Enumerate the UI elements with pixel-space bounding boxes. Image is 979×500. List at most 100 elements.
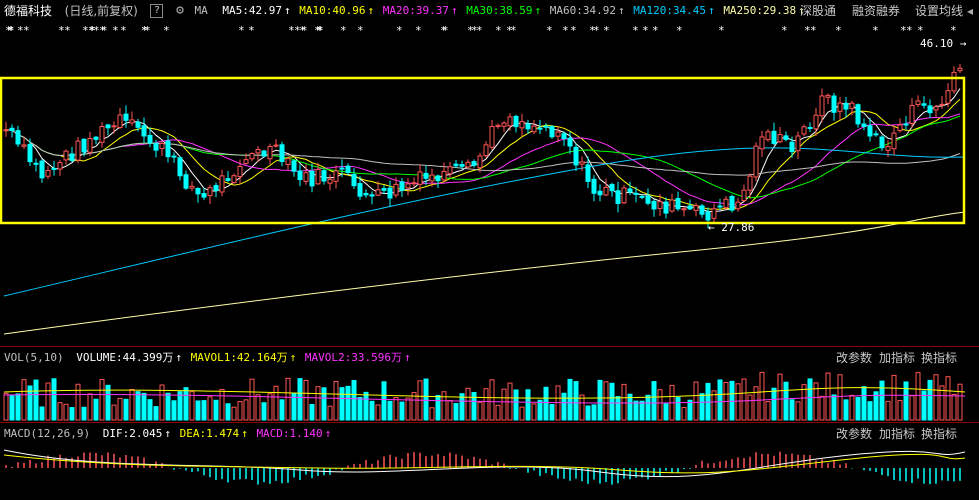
mavol1-value: MAVOL1:42.164万 <box>190 351 288 364</box>
star-marker: * <box>357 24 364 37</box>
star-marker: * <box>632 24 639 37</box>
volume-bar <box>687 399 693 421</box>
candle-body <box>573 146 579 166</box>
candle-body <box>165 140 171 158</box>
candle-body <box>879 136 885 149</box>
candle-body <box>663 201 669 214</box>
candle-body <box>591 178 597 194</box>
ma250-line <box>3 211 966 335</box>
candle-body <box>291 160 297 172</box>
star-marker: * <box>835 24 842 37</box>
candle-body <box>465 161 471 168</box>
candle-body <box>33 162 39 165</box>
candle-body <box>201 193 207 198</box>
candle-body <box>27 143 33 163</box>
volume-bar <box>435 394 441 421</box>
candle-body <box>177 157 183 177</box>
candle-body <box>303 172 309 182</box>
candle-body <box>705 211 711 221</box>
macd-info-bar: MACD(12,26,9) DIF:2.045 ↑ DEA:1.474 ↑ MACD… <box>0 424 979 444</box>
low-price-label: ← 27.86 <box>708 221 754 234</box>
volume-bar <box>447 400 453 421</box>
volume-bar <box>741 378 747 421</box>
volume-bar <box>579 394 585 421</box>
gear-icon[interactable]: ⚙ <box>176 0 184 22</box>
arrow-up-icon: ↑ <box>450 4 458 17</box>
star-marker: * <box>810 24 817 37</box>
candle-body <box>873 133 879 136</box>
volume-bar <box>15 393 21 421</box>
candle-body <box>357 183 363 197</box>
candle-body <box>345 165 351 173</box>
candle-body <box>75 140 81 161</box>
candle-body <box>195 187 201 195</box>
candle-body <box>123 113 129 121</box>
candle-body <box>759 136 765 150</box>
candle-body <box>63 150 69 161</box>
star-marker: * <box>589 24 596 37</box>
candle-body <box>639 195 645 198</box>
ma-settings-button[interactable]: 设置均线 <box>915 0 963 22</box>
edit-params-button[interactable]: 改参数 <box>836 348 872 368</box>
volume-bar <box>69 407 75 421</box>
help-button[interactable]: ? <box>150 4 164 18</box>
volume-bar <box>747 394 753 421</box>
candle-body <box>933 106 939 111</box>
candle-body <box>483 144 489 157</box>
star-marker: * <box>415 24 422 37</box>
arrow-up-icon: ↑ <box>324 427 332 440</box>
candle-body <box>219 175 225 193</box>
volume-bar <box>273 385 279 421</box>
volume-bar <box>207 396 213 421</box>
volume-bar <box>237 401 243 421</box>
margin-trading-button[interactable]: 融资融券 <box>852 0 900 22</box>
volume-bar <box>333 380 339 421</box>
volume-bar <box>309 403 315 421</box>
add-indicator-button[interactable]: 加指标 <box>879 424 915 444</box>
candle-body <box>765 131 771 141</box>
ma30-value: MA30:38.59 <box>466 4 533 17</box>
star-marker: * <box>396 24 403 37</box>
switch-indicator-button[interactable]: 换指标 <box>921 348 957 368</box>
candle-body <box>561 133 567 140</box>
volume-bar <box>639 400 645 421</box>
star-marker: * <box>64 24 71 37</box>
star-marker: * <box>570 24 577 37</box>
candle-body <box>81 138 87 153</box>
collapse-icon[interactable]: ◂ <box>967 0 973 22</box>
volume-bar <box>885 400 891 421</box>
edit-params-button[interactable]: 改参数 <box>836 424 872 444</box>
arrow-up-icon: ↑ <box>284 4 291 17</box>
switch-indicator-button[interactable]: 换指标 <box>921 424 957 444</box>
candle-body <box>471 161 477 166</box>
volume-bar <box>945 376 951 421</box>
volume-bar <box>33 379 39 421</box>
ma5-value: MA5:42.97 <box>222 4 283 17</box>
candle-body <box>249 152 255 160</box>
candle-body <box>255 149 261 154</box>
volume-bar <box>873 391 879 421</box>
ma120-value: MA120:34.45 <box>633 4 707 17</box>
ma60-value: MA60:34.92 <box>549 4 616 17</box>
star-marker: * <box>676 24 683 37</box>
volume-bar <box>627 393 633 421</box>
arrow-up-icon: ↑ <box>617 4 625 17</box>
dea-value: DEA:1.474 <box>179 427 240 440</box>
candle-body <box>717 205 723 208</box>
volume-bar <box>267 393 273 421</box>
volume-bar <box>9 395 15 421</box>
shenguton-button[interactable]: 深股通 <box>800 0 836 22</box>
candle-body <box>807 126 813 129</box>
add-indicator-button[interactable]: 加指标 <box>879 348 915 368</box>
volume-bar <box>81 406 87 421</box>
volume-bar <box>285 377 291 421</box>
volume-bar <box>699 393 705 421</box>
candle-body <box>267 145 273 160</box>
volume-bar <box>321 387 327 421</box>
candle-body <box>519 121 525 129</box>
star-marker: * <box>120 24 127 37</box>
volume-bar <box>957 383 963 421</box>
candle-body <box>819 95 825 117</box>
volume-bar <box>261 402 267 421</box>
star-marker: * <box>495 24 502 37</box>
